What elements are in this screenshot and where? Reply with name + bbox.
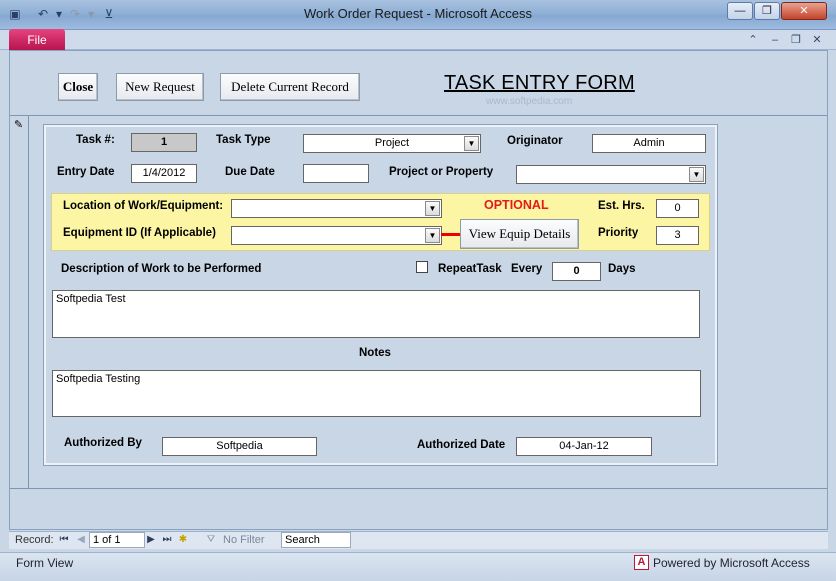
filter-icon[interactable]: ⛛ (206, 534, 216, 545)
optional-label: OPTIONAL (484, 198, 549, 212)
redo-dropdown-icon[interactable]: ▾ (84, 7, 98, 21)
minimize-button[interactable]: — (727, 2, 753, 20)
search-input[interactable]: Search (281, 532, 351, 548)
redo-icon[interactable]: ↷ (68, 7, 82, 21)
detail-divider (10, 488, 827, 489)
originator-label: Originator (507, 135, 563, 147)
entry-date-label: Entry Date (57, 166, 115, 178)
record-position-field[interactable]: 1 of 1 (89, 532, 145, 548)
ribbon-bar (0, 30, 836, 50)
delete-record-button[interactable]: Delete Current Record (220, 73, 360, 101)
task-type-value: Project (374, 137, 410, 149)
doc-close-icon[interactable]: ✕ (810, 33, 824, 47)
location-label: Location of Work/Equipment: (63, 200, 224, 212)
window-title: Work Order Request - Microsoft Access (303, 6, 533, 21)
task-number-field: 1 (131, 133, 197, 152)
undo-dropdown-icon[interactable]: ▾ (52, 7, 66, 21)
undo-icon[interactable]: ↶ (36, 7, 50, 21)
last-record-icon[interactable]: ⏭ (162, 534, 172, 545)
previous-record-icon[interactable]: ◀ (76, 534, 86, 545)
status-powered-by: Powered by Microsoft Access (653, 556, 810, 570)
equipment-id-label: Equipment ID (If Applicable) (63, 227, 216, 239)
header-divider (10, 115, 827, 116)
new-record-icon[interactable]: ✱ (178, 534, 188, 545)
task-type-label: Task Type (216, 134, 271, 146)
chevron-down-icon[interactable]: ▼ (425, 228, 440, 243)
location-combo[interactable]: ▼ (231, 199, 442, 218)
notes-textarea[interactable]: Softpedia Testing (52, 370, 701, 417)
priority-field[interactable]: 3 (656, 226, 699, 245)
doc-minimize-icon[interactable]: – (768, 33, 782, 47)
repeat-task-label: RepeatTask (438, 263, 502, 275)
repeat-days-field[interactable]: 0 (552, 262, 601, 281)
due-date-label: Due Date (225, 166, 275, 178)
title-bar: Work Order Request - Microsoft Access (0, 0, 836, 30)
priority-label: Priority (598, 227, 639, 239)
next-record-icon[interactable]: ▶ (146, 534, 156, 545)
est-hrs-label: Est. Hrs. (598, 200, 645, 212)
doc-restore-icon[interactable]: ❐ (789, 33, 803, 47)
equipment-id-combo[interactable]: ▼ (231, 226, 442, 245)
access-logo-icon: A (634, 555, 649, 570)
days-label: Days (608, 263, 636, 275)
task-type-combo[interactable]: Project ▼ (303, 134, 481, 153)
connector-line (441, 233, 461, 236)
form-title: TASK ENTRY FORM (444, 72, 635, 94)
est-hrs-field[interactable]: 0 (656, 199, 699, 218)
notes-label: Notes (359, 347, 391, 359)
authorized-date-label: Authorized Date (417, 439, 506, 451)
close-window-button[interactable]: ✕ (781, 2, 827, 20)
task-number-label: Task #: (76, 134, 115, 146)
first-record-icon[interactable]: ⏮ (59, 534, 69, 545)
watermark: www.softpedia.com (486, 96, 573, 107)
record-label: Record: (15, 534, 54, 546)
every-label: Every (511, 263, 543, 275)
project-property-label: Project or Property (389, 166, 494, 178)
view-equip-details-button[interactable]: View Equip Details (460, 219, 579, 249)
status-view-mode: Form View (16, 556, 74, 570)
no-filter-label[interactable]: No Filter (223, 534, 265, 546)
entry-date-field[interactable]: 1/4/2012 (131, 164, 197, 183)
originator-field[interactable]: Admin (592, 134, 706, 153)
project-property-combo[interactable]: ▼ (516, 165, 706, 184)
file-tab[interactable]: File (9, 29, 65, 51)
authorized-by-field[interactable]: Softpedia (162, 437, 317, 456)
description-textarea[interactable]: Softpedia Test (52, 290, 700, 338)
chevron-down-icon[interactable]: ▼ (689, 167, 704, 182)
repeat-task-checkbox[interactable] (416, 261, 428, 273)
chevron-down-icon[interactable]: ▼ (425, 201, 440, 216)
description-label: Description of Work to be Performed (61, 263, 262, 275)
chevron-down-icon[interactable]: ▼ (464, 136, 479, 151)
close-form-button[interactable]: Close (58, 73, 98, 101)
customize-toolbar-icon[interactable]: ⊻ (102, 7, 116, 21)
pencil-icon: ✎ (14, 119, 24, 131)
due-date-field[interactable] (303, 164, 369, 183)
record-selector[interactable]: ✎ (10, 116, 29, 488)
minimize-ribbon-icon[interactable]: ⌃ (746, 33, 760, 47)
authorized-by-label: Authorized By (64, 437, 142, 449)
restore-button[interactable]: ❐ (754, 2, 780, 20)
new-request-button[interactable]: New Request (116, 73, 204, 101)
access-app-icon[interactable]: ▣ (8, 7, 22, 21)
authorized-date-field[interactable]: 04-Jan-12 (516, 437, 652, 456)
